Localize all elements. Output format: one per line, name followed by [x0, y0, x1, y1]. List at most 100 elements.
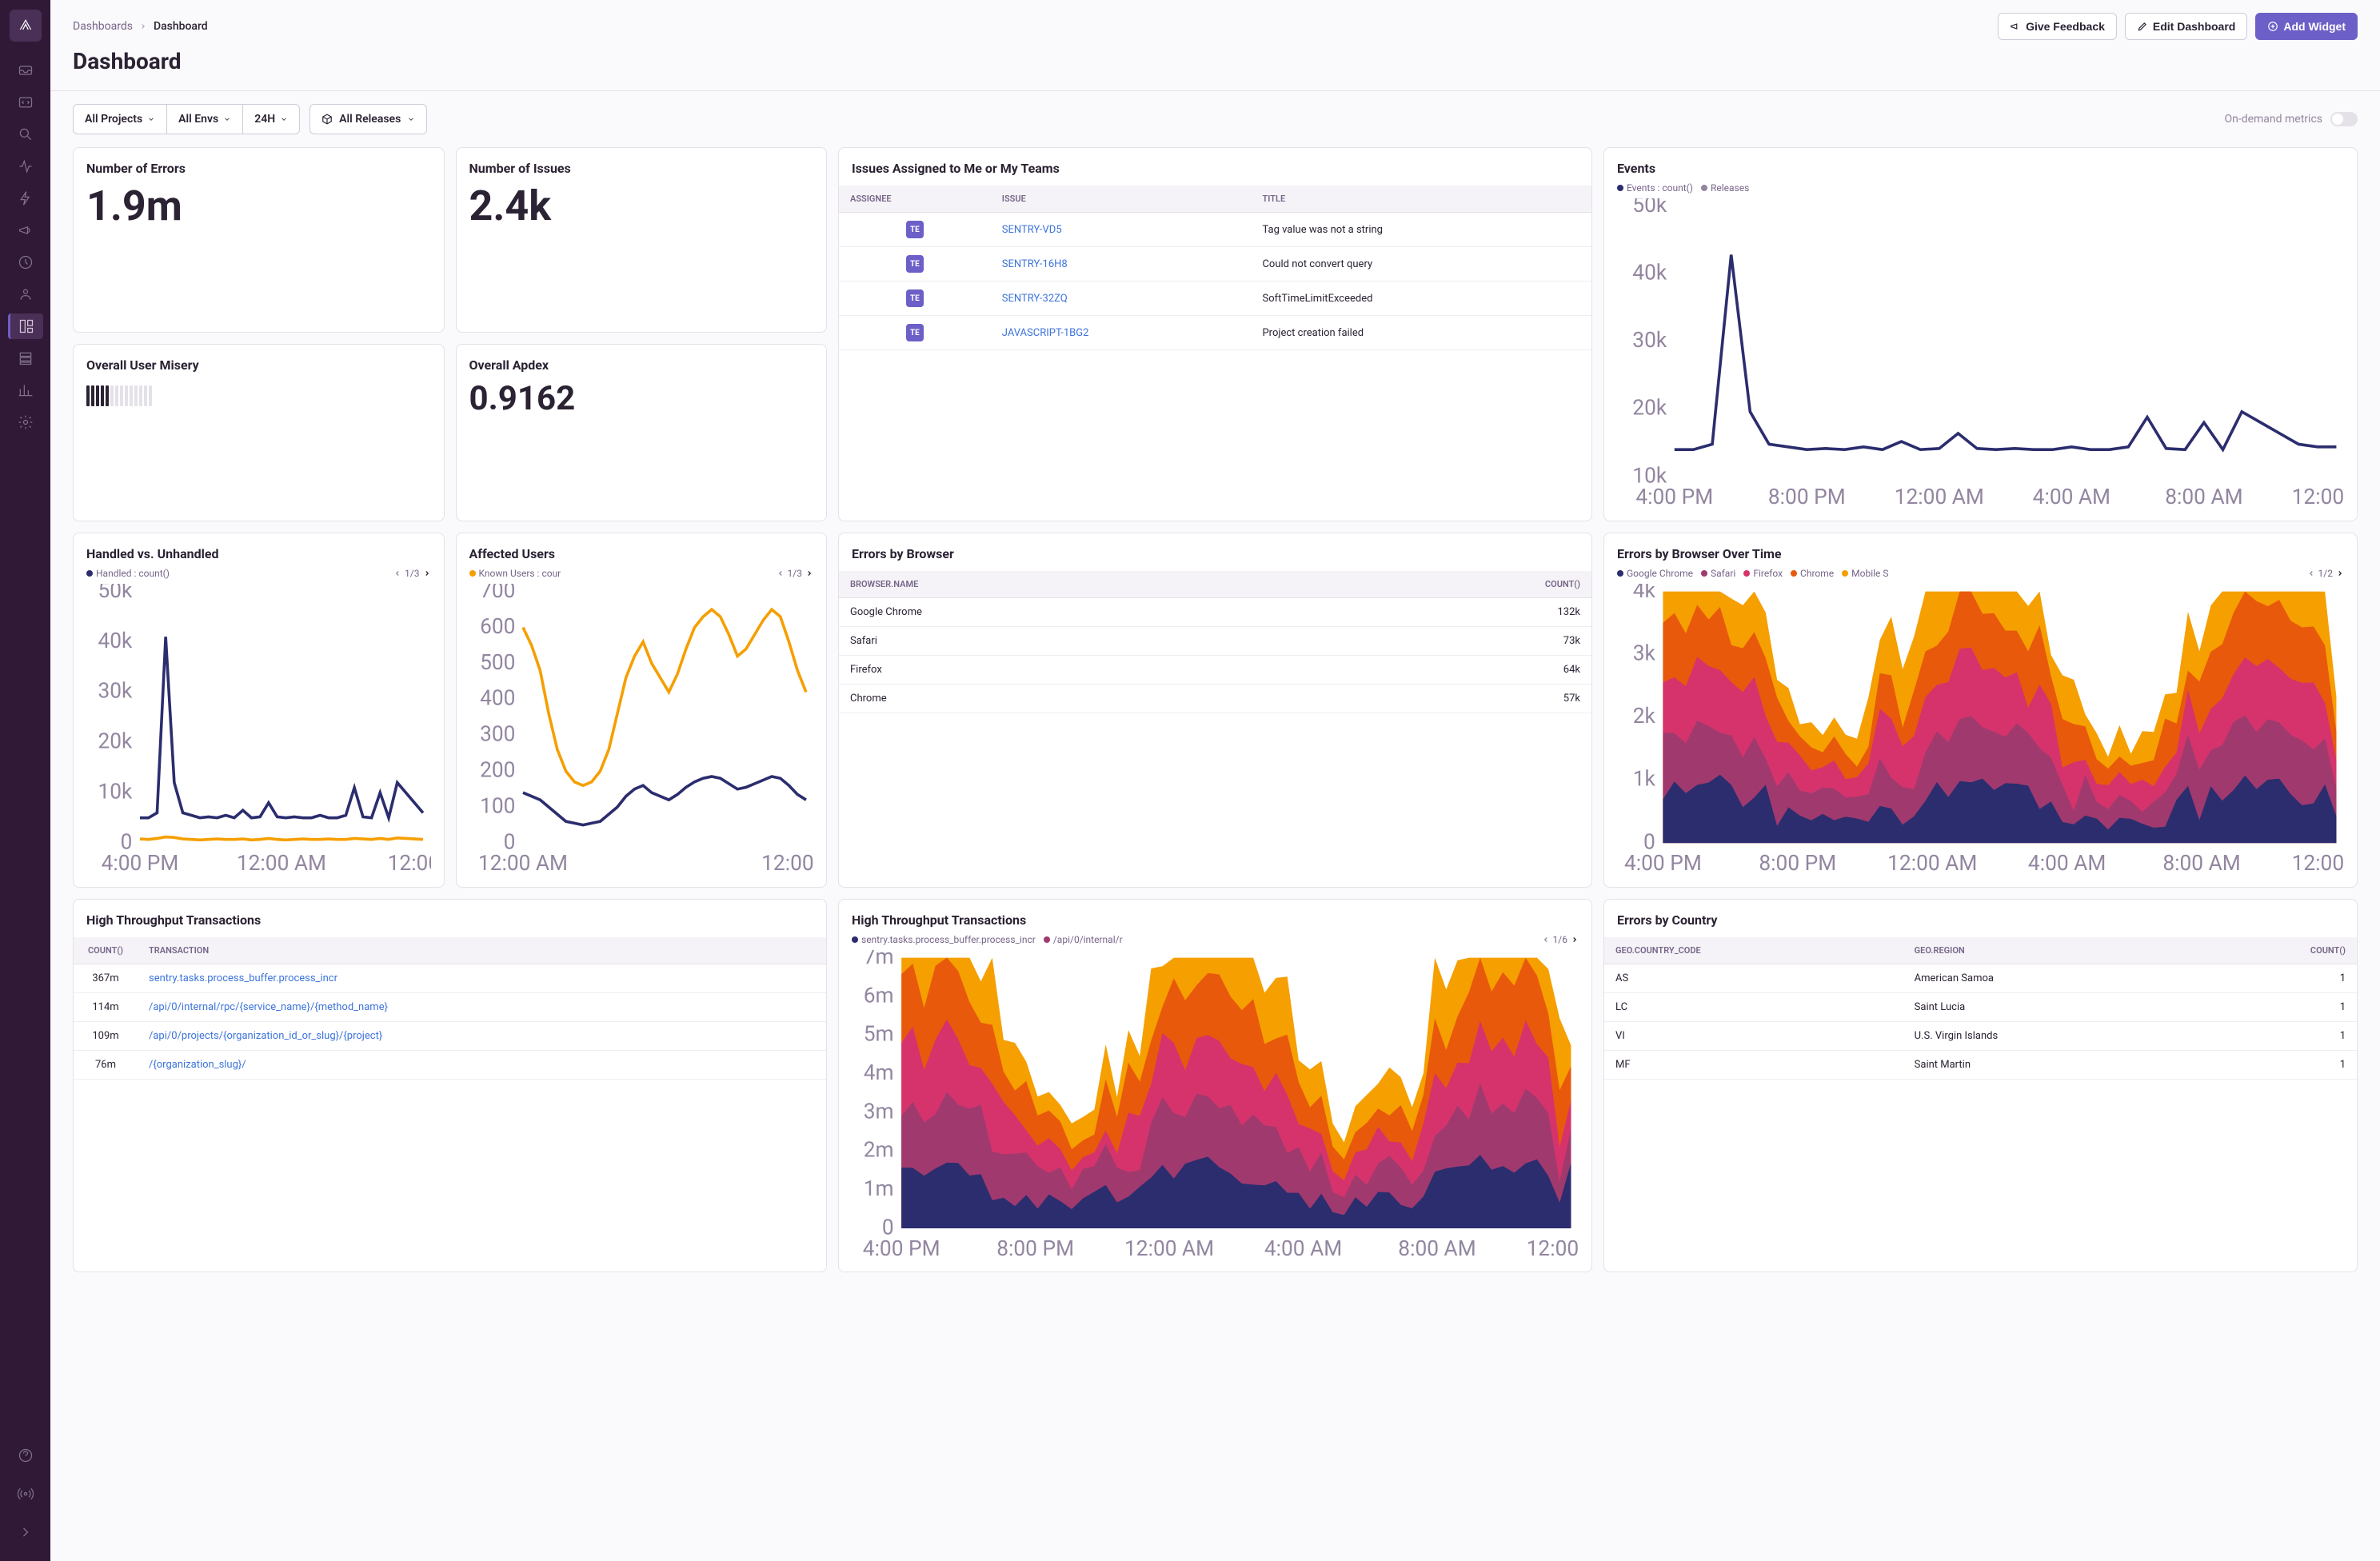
- search-icon: [18, 126, 34, 142]
- table-row[interactable]: 367msentry.tasks.process_buffer.process_…: [74, 964, 826, 992]
- issue-link[interactable]: SENTRY-16H8: [1002, 258, 1068, 270]
- svg-text:8:00 AM: 8:00 AM: [2165, 485, 2242, 508]
- chevron-down-icon: [407, 115, 415, 123]
- transaction-link[interactable]: sentry.tasks.process_buffer.process_incr: [149, 972, 337, 984]
- table-row[interactable]: TEJAVASCRIPT-1BG2Project creation failed: [839, 316, 1591, 350]
- stack-icon: [18, 350, 34, 366]
- broadcast-icon: [18, 1486, 34, 1502]
- code-icon: [18, 94, 34, 110]
- svg-text:300: 300: [480, 721, 515, 746]
- chevron-right-icon: [139, 22, 147, 30]
- chevron-left-icon[interactable]: [393, 569, 401, 577]
- table-row[interactable]: VIU.S. Virgin Islands1: [1604, 1021, 2357, 1050]
- svg-text:12:00 AM: 12:00 AM: [477, 851, 567, 874]
- svg-text:12:00 P: 12:00 P: [388, 851, 431, 874]
- sidebar: [0, 0, 50, 1561]
- sidebar-item-explore[interactable]: [8, 122, 43, 147]
- svg-text:600: 600: [480, 613, 515, 638]
- card-errors-by-browser-over-time: Errors by Browser Over Time Google Chrom…: [1603, 533, 2358, 888]
- svg-text:100: 100: [480, 793, 515, 818]
- chevron-left-icon[interactable]: [1542, 936, 1550, 944]
- svg-text:50k: 50k: [98, 584, 133, 603]
- chevron-down-icon: [280, 115, 288, 123]
- svg-text:200: 200: [480, 757, 515, 782]
- breadcrumb: Dashboards Dashboard: [73, 20, 208, 33]
- card-apdex: Overall Apdex 0.9162: [456, 344, 828, 521]
- sidebar-item-stats[interactable]: [8, 377, 43, 403]
- sidebar-collapse[interactable]: [8, 1519, 43, 1545]
- lightning-icon: [18, 190, 34, 206]
- chevron-right-icon[interactable]: [805, 569, 813, 577]
- sidebar-item-projects[interactable]: [8, 90, 43, 115]
- card-user-misery: Overall User Misery: [73, 344, 445, 521]
- megaphone-icon: [18, 222, 34, 238]
- filter-projects[interactable]: All Projects: [74, 105, 167, 134]
- table-row[interactable]: 109m/api/0/projects/{organization_id_or_…: [74, 1021, 826, 1050]
- svg-text:12:00 AM: 12:00 AM: [237, 851, 326, 874]
- sidebar-item-broadcast[interactable]: [8, 1481, 43, 1507]
- table-row[interactable]: LCSaint Lucia1: [1604, 992, 2357, 1021]
- table-row[interactable]: ASAmerican Samoa1: [1604, 964, 2357, 992]
- svg-text:12:00 AM: 12:00 AM: [1887, 851, 1977, 874]
- chevron-left-icon[interactable]: [777, 569, 785, 577]
- card-errors-by-country: Errors by Country GEO.COUNTRY_CODE GEO.R…: [1603, 899, 2358, 1273]
- card-issues-assigned: Issues Assigned to Me or My Teams ASSIGN…: [838, 147, 1592, 521]
- dashboard-icon: [18, 318, 34, 334]
- issues-assigned-table: ASSIGNEE ISSUE TITLE TESENTRY-VD5Tag val…: [839, 186, 1591, 350]
- sidebar-item-releases[interactable]: [8, 218, 43, 243]
- table-row[interactable]: Safari73k: [839, 626, 1591, 655]
- assignee-badge: TE: [906, 324, 924, 341]
- transaction-link[interactable]: /api/0/projects/{organization_id_or_slug…: [149, 1030, 382, 1042]
- card-affected-users: Affected Users Known Users : cour 1/3 70…: [456, 533, 828, 888]
- chevron-left-icon[interactable]: [2307, 569, 2315, 577]
- svg-text:6m: 6m: [864, 983, 894, 1008]
- filter-range[interactable]: 24H: [243, 105, 299, 134]
- chevron-right-icon[interactable]: [1571, 936, 1579, 944]
- svg-text:4m: 4m: [864, 1060, 894, 1084]
- chevron-right-icon[interactable]: [2336, 569, 2344, 577]
- sidebar-item-discover[interactable]: [8, 345, 43, 371]
- issue-link[interactable]: SENTRY-VD5: [1002, 224, 1062, 236]
- edit-dashboard-button[interactable]: Edit Dashboard: [2125, 13, 2247, 40]
- table-row[interactable]: 114m/api/0/internal/rpc/{service_name}/{…: [74, 992, 826, 1021]
- sidebar-item-alerts[interactable]: [8, 281, 43, 307]
- give-feedback-button[interactable]: Give Feedback: [1998, 13, 2117, 40]
- table-row[interactable]: Firefox64k: [839, 655, 1591, 684]
- filter-releases[interactable]: All Releases: [309, 104, 427, 134]
- assignee-badge: TE: [906, 255, 924, 273]
- sidebar-item-performance[interactable]: [8, 154, 43, 179]
- ondemand-toggle[interactable]: [2330, 112, 2358, 126]
- sidebar-item-activity[interactable]: [8, 250, 43, 275]
- chevron-right-icon[interactable]: [423, 569, 431, 577]
- table-row[interactable]: Chrome57k: [839, 684, 1591, 713]
- breadcrumb-root[interactable]: Dashboards: [73, 20, 133, 33]
- table-row[interactable]: Google Chrome132k: [839, 597, 1591, 626]
- sidebar-item-profiling[interactable]: [8, 186, 43, 211]
- issue-link[interactable]: SENTRY-32ZQ: [1002, 293, 1068, 305]
- svg-text:4:00 PM: 4:00 PM: [102, 851, 179, 874]
- sidebar-item-dashboards[interactable]: [8, 313, 43, 339]
- table-row[interactable]: MFSaint Martin1: [1604, 1050, 2357, 1079]
- logo[interactable]: [10, 10, 42, 42]
- filter-envs[interactable]: All Envs: [167, 105, 243, 134]
- svg-text:12:00 PM: 12:00 PM: [1527, 1236, 1579, 1259]
- table-row[interactable]: TESENTRY-VD5Tag value was not a string: [839, 213, 1591, 247]
- issue-link[interactable]: JAVASCRIPT-1BG2: [1002, 327, 1089, 339]
- svg-text:10k: 10k: [98, 779, 133, 804]
- sidebar-item-issues[interactable]: [8, 58, 43, 83]
- svg-text:12:00 PM: 12:00 PM: [2292, 485, 2344, 508]
- transaction-link[interactable]: /{organization_slug}/: [149, 1059, 246, 1071]
- table-row[interactable]: 76m/{organization_slug}/: [74, 1050, 826, 1079]
- svg-text:5m: 5m: [864, 1021, 894, 1046]
- svg-text:30k: 30k: [98, 678, 133, 703]
- transaction-link[interactable]: /api/0/internal/rpc/{service_name}/{meth…: [149, 1001, 388, 1013]
- card-high-throughput-table: High Throughput Transactions COUNT() TRA…: [73, 899, 827, 1273]
- sidebar-item-settings[interactable]: [8, 409, 43, 435]
- svg-text:500: 500: [480, 649, 515, 674]
- table-row[interactable]: TESENTRY-16H8Could not convert query: [839, 247, 1591, 281]
- sidebar-item-help[interactable]: [8, 1443, 43, 1468]
- add-widget-button[interactable]: Add Widget: [2255, 13, 2358, 40]
- svg-text:40k: 40k: [1632, 260, 1667, 285]
- table-row[interactable]: TESENTRY-32ZQSoftTimeLimitExceeded: [839, 281, 1591, 316]
- assignee-badge: TE: [906, 289, 924, 307]
